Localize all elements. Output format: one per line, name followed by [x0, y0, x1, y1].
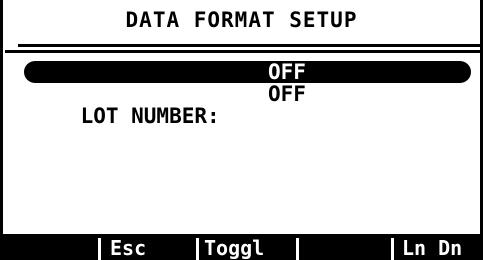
- softkey-f1[interactable]: [10, 236, 90, 260]
- softkey-divider-4: [391, 238, 394, 260]
- softkey-toggle[interactable]: Toggl: [204, 236, 294, 260]
- softkey-divider-1: [98, 238, 101, 260]
- softkey-line-down[interactable]: Ln Dn: [402, 236, 480, 260]
- page-title: DATA FORMAT SETUP: [125, 8, 358, 32]
- setting-value-lot-number: OFF: [268, 82, 306, 106]
- softkey-f4[interactable]: [302, 236, 382, 260]
- setting-row-lot-number[interactable]: LOT NUMBER: OFF: [30, 83, 306, 127]
- setting-row-ec-display[interactable]: EC DISPLAY: OFF: [30, 61, 306, 105]
- softkey-divider-3: [296, 238, 299, 260]
- header-rule-bottom: [5, 50, 483, 53]
- lcd-screen: DATA FORMAT SETUP EC DISPLAY: OFF LOT NU…: [0, 0, 483, 260]
- setting-value-ec-display: OFF: [268, 60, 306, 84]
- softkey-esc[interactable]: Esc: [110, 236, 190, 260]
- softkey-divider-2: [196, 238, 199, 260]
- setting-label-lot-number: LOT NUMBER:: [80, 104, 220, 128]
- header-rule-top: [18, 44, 483, 47]
- screen-border-left: [0, 0, 3, 260]
